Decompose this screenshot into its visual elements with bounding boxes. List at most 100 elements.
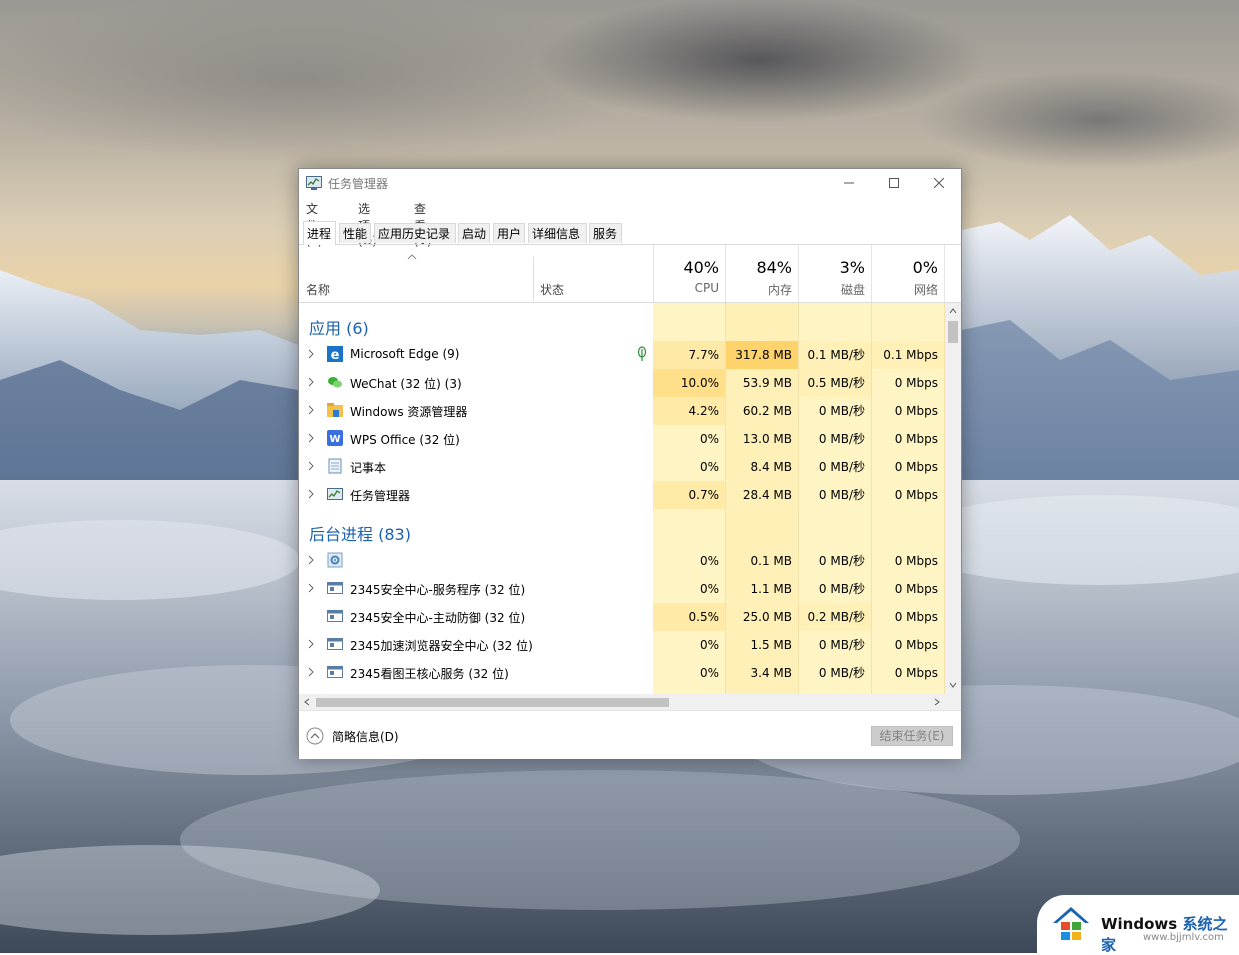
chevron-right-icon[interactable] [307,405,315,415]
vertical-scroll-thumb[interactable] [948,321,958,343]
scroll-up-icon[interactable] [949,308,957,314]
memory-value: 0.1 MB [726,547,799,575]
column-header-status[interactable]: 状态 [540,281,564,298]
watermark-brand-windows: Windows [1101,915,1178,933]
task-manager-icon [306,176,322,190]
disk-value: 0 MB/秒 [799,659,872,687]
close-button[interactable] [916,169,962,197]
tab-startup[interactable]: 启动 [458,223,490,243]
process-name: 2345安全中心-主动防御 (32 位) [350,611,526,625]
column-header-name[interactable]: 名称 [306,281,330,298]
table-row[interactable]: e Microsoft Edge (9) 7.7% 317.8 MB 0.1 M… [299,341,945,369]
disk-value: 0 MB/秒 [799,575,872,603]
table-row[interactable]: 记事本 0% 8.4 MB 0 MB/秒 0 Mbps [299,453,945,481]
chevron-right-icon[interactable] [307,489,315,499]
chevron-right-icon[interactable] [307,377,315,387]
cpu-total-percent: 40% [683,258,719,277]
scroll-down-icon[interactable] [949,682,957,688]
maximize-button[interactable] [871,169,917,197]
efficiency-leaf-icon [637,346,647,361]
minimize-icon [844,182,854,184]
table-row[interactable]: W WPS Office (32 位) 0% 13.0 MB 0 MB/秒 0 … [299,425,945,453]
table-row[interactable]: 任务管理器 0.7% 28.4 MB 0 MB/秒 0 Mbps [299,481,945,509]
memory-value: 1.1 MB [726,575,799,603]
tab-services[interactable]: 服务 [589,223,622,243]
table-row[interactable]: 2345安全中心-主动防御 (32 位) 0.5% 25.0 MB 0.2 MB… [299,603,945,631]
disk-total-percent: 3% [839,258,865,277]
column-header-cpu[interactable]: 40% CPU [653,245,726,302]
network-value: 0 Mbps [872,425,945,453]
scroll-left-icon[interactable] [304,698,310,706]
process-table: 应用 (6) e Microsoft Edge (9) 7.7% 317.8 M… [299,303,945,694]
memory-value: 8.4 MB [726,453,799,481]
horizontal-scrollbar[interactable] [299,694,945,710]
table-row[interactable]: 2345安全中心-服务程序 (32 位) 0% 1.1 MB 0 MB/秒 0 … [299,575,945,603]
edge-icon: e [327,346,343,362]
column-header-disk[interactable]: 3% 磁盘 [799,245,872,302]
process-name: 记事本 [350,461,387,475]
network-label: 网络 [913,283,938,297]
task-manager-window: 任务管理器 文件(F) 选项(O) 查看(V) 进程 性能 应用历史记录 启动 … [298,168,962,759]
network-value: 0 Mbps [872,603,945,631]
cpu-value: 0% [653,425,726,453]
title-bar[interactable]: 任务管理器 [299,169,961,197]
disk-value: 0.2 MB/秒 [799,603,872,631]
cpu-value: 10.0% [653,369,726,397]
group-header-apps: 应用 (6) [309,319,369,338]
chevron-right-icon[interactable] [307,667,315,677]
chevron-right-icon[interactable] [307,349,315,359]
chevron-right-icon[interactable] [307,583,315,593]
network-value: 0 Mbps [872,631,945,659]
maximize-icon [889,178,899,188]
taskmgr-icon [327,488,343,500]
service-window-icon [327,610,343,622]
table-row[interactable]: 0% 0.1 MB 0 MB/秒 0 Mbps [299,547,945,575]
memory-value: 25.0 MB [726,603,799,631]
table-row[interactable]: 2345加速浏览器安全中心 (32 位) 0% 1.5 MB 0 MB/秒 0 … [299,631,945,659]
svg-text:e: e [331,348,340,362]
watermark-url: www.bjjmlv.com [1143,932,1224,943]
column-header-memory[interactable]: 84% 内存 [726,245,799,302]
chevron-right-icon[interactable] [307,555,315,565]
disk-value: 0 MB/秒 [799,425,872,453]
cpu-value: 7.7% [653,341,726,369]
cpu-value: 0% [653,659,726,687]
horizontal-scroll-thumb[interactable] [316,698,669,707]
wps-icon: W [327,430,343,446]
end-task-button[interactable]: 结束任务(E) [871,726,953,746]
table-row[interactable]: Windows 资源管理器 4.2% 60.2 MB 0 MB/秒 0 Mbps [299,397,945,425]
gear-icon [327,552,343,568]
process-name: 2345看图王核心服务 (32 位) [350,667,509,681]
memory-value: 28.4 MB [726,481,799,509]
memory-value: 317.8 MB [726,341,799,369]
chevron-right-icon[interactable] [307,461,315,471]
disk-value: 0.1 MB/秒 [799,341,872,369]
service-window-icon [327,666,343,678]
cpu-value: 0% [653,575,726,603]
tab-processes[interactable]: 进程 [303,221,336,245]
tab-app-history[interactable]: 应用历史记录 [374,223,456,243]
memory-value: 3.4 MB [726,659,799,687]
chevron-right-icon[interactable] [307,433,315,443]
table-row[interactable]: WeChat (32 位) (3) 10.0% 53.9 MB 0.5 MB/秒… [299,369,945,397]
tab-users[interactable]: 用户 [493,223,525,243]
sort-arrow-icon [407,254,417,260]
network-value: 0.1 Mbps [872,341,945,369]
vertical-scrollbar[interactable] [945,303,961,694]
chevron-right-icon[interactable] [307,639,315,649]
window-title: 任务管理器 [328,177,389,191]
disk-label: 磁盘 [840,283,865,297]
scroll-right-icon[interactable] [934,698,940,706]
network-value: 0 Mbps [872,453,945,481]
minimize-button[interactable] [826,169,872,197]
collapse-chevron-icon[interactable] [306,727,324,745]
cpu-value: 0% [653,453,726,481]
fewer-details-link[interactable]: 简略信息(D) [332,728,399,745]
tab-performance[interactable]: 性能 [339,223,371,243]
table-row[interactable]: 2345看图王核心服务 (32 位) 0% 3.4 MB 0 MB/秒 0 Mb… [299,659,945,687]
disk-value: 0 MB/秒 [799,453,872,481]
process-name: Windows 资源管理器 [350,405,468,419]
tab-details[interactable]: 详细信息 [528,223,587,243]
column-header-network[interactable]: 0% 网络 [872,245,945,302]
service-window-icon [327,582,343,594]
